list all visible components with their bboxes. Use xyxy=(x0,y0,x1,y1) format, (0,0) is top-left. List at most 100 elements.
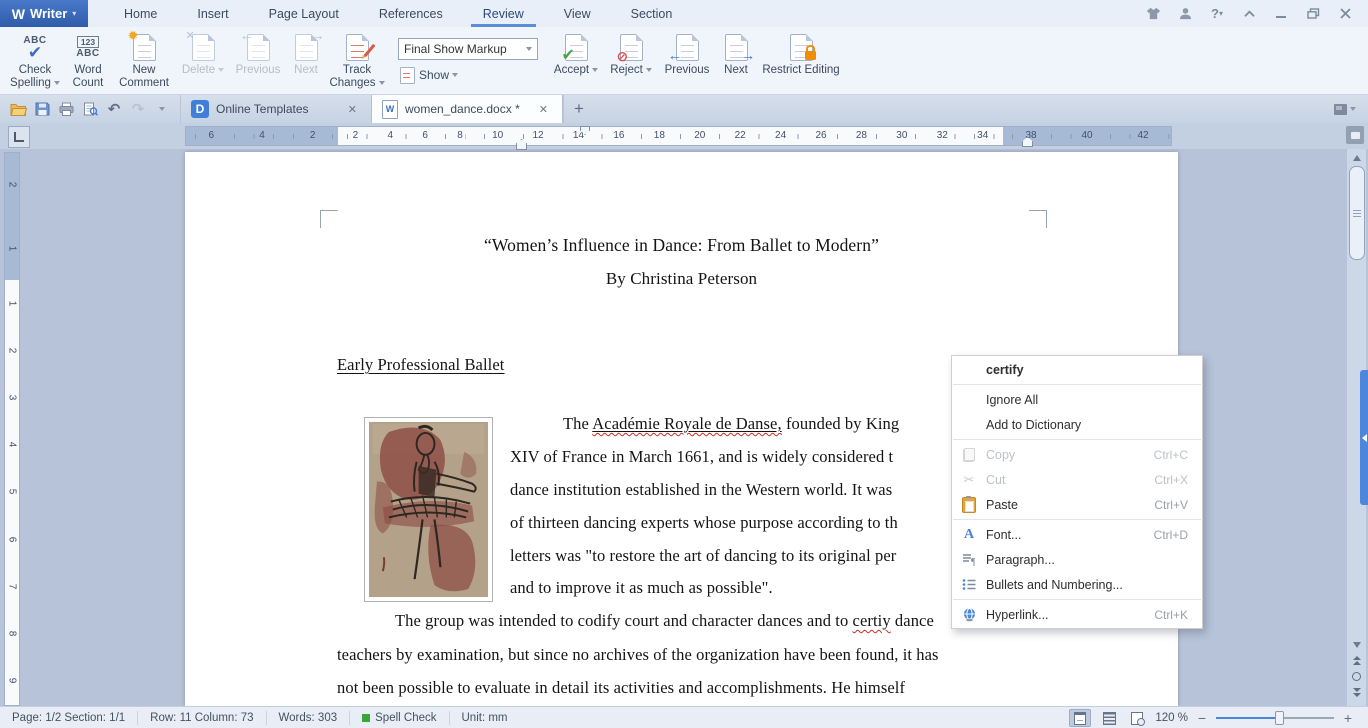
tab-stop-selector[interactable] xyxy=(8,126,30,148)
cursor-position-indicator[interactable]: Row: 11 Column: 73 xyxy=(138,711,267,725)
zoom-in-button[interactable]: + xyxy=(1342,710,1354,726)
menu-references[interactable]: References xyxy=(359,0,463,27)
page-indicator[interactable]: Page: 1/2 Section: 1/1 xyxy=(0,711,139,725)
paragraph1-line4[interactable]: of thirteen dancing experts whose purpos… xyxy=(510,513,898,533)
menu-review[interactable]: Review xyxy=(463,0,544,27)
sidebar-pull-tab[interactable] xyxy=(1360,370,1368,505)
skin-theme-icon[interactable] xyxy=(1140,4,1166,24)
scrollbar-thumb[interactable] xyxy=(1349,166,1365,260)
app-menu-button[interactable]: W Writer ▾ xyxy=(0,0,88,27)
zoom-slider[interactable] xyxy=(1216,711,1334,725)
accept-change-button[interactable]: ✔ Accept xyxy=(548,27,604,94)
restore-button[interactable] xyxy=(1300,4,1326,24)
vertical-ruler[interactable]: 21 123456789 xyxy=(4,152,20,706)
account-icon[interactable] xyxy=(1172,4,1198,24)
tab-women-dance-docx[interactable]: W women_dance.docx * ✕ xyxy=(371,95,563,123)
menu-item-ignore-all[interactable]: Ignore All xyxy=(952,387,1202,412)
chevron-down-icon xyxy=(521,46,537,51)
unit-indicator[interactable]: Unit: mm xyxy=(450,711,520,725)
cut-icon: ✂ xyxy=(963,471,975,487)
show-markup-button[interactable]: Show xyxy=(398,66,538,84)
display-for-review-select[interactable]: Final Show Markup xyxy=(398,37,538,60)
menu-insert[interactable]: Insert xyxy=(177,0,248,27)
select-browse-object-button[interactable] xyxy=(1347,670,1366,683)
ballerina-sketch-image[interactable] xyxy=(364,417,493,602)
close-tab-icon[interactable]: ✕ xyxy=(535,101,552,118)
menu-item-certify[interactable]: certify xyxy=(952,357,1202,382)
zoom-slider-handle[interactable] xyxy=(1274,711,1284,725)
previous-change-button[interactable]: ← Previous xyxy=(658,27,716,94)
outline-view-button[interactable] xyxy=(1099,710,1119,726)
word-count-indicator[interactable]: Words: 303 xyxy=(267,711,351,725)
next-change-button[interactable]: → Next xyxy=(716,27,756,94)
document-byline[interactable]: By Christina Peterson xyxy=(185,269,1178,289)
paragraph1-line2[interactable]: XIV of France in March 1661, and is wide… xyxy=(510,447,893,467)
scroll-down-button[interactable] xyxy=(1347,638,1366,651)
tab-online-templates[interactable]: D Online Templates ✕ xyxy=(180,95,371,123)
display-for-review-value: Final Show Markup xyxy=(404,41,507,56)
next-page-button[interactable] xyxy=(1347,686,1366,699)
review-ribbon: ABC ✔ Check Spelling 123 ABC Word Count ✹ … xyxy=(0,27,1368,95)
paragraph2-line2[interactable]: teachers by examination, but since no ar… xyxy=(337,645,939,665)
paste-icon xyxy=(962,495,976,513)
menu-item-add-to-dictionary[interactable]: Add to Dictionary xyxy=(952,412,1202,437)
new-comment-button[interactable]: ✹ New Comment xyxy=(112,27,176,94)
minimize-button[interactable] xyxy=(1268,4,1294,24)
previous-page-button[interactable] xyxy=(1347,654,1366,667)
save-icon[interactable] xyxy=(32,99,52,119)
page-view-button[interactable] xyxy=(1069,709,1092,727)
fullscreen-view-button[interactable] xyxy=(1127,710,1147,726)
reject-change-button[interactable]: ⊘ Reject xyxy=(604,27,658,94)
word-count-button[interactable]: 123 ABC Word Count xyxy=(64,27,112,94)
wps-writer-window: W Writer ▾ Home Insert Page Layout Refer… xyxy=(0,0,1368,728)
ruler-number: 32 xyxy=(934,127,950,145)
paragraph1-line6[interactable]: and to improve it as much as possible". xyxy=(510,578,773,598)
paragraph1-line5[interactable]: letters was "to restore the art of danci… xyxy=(510,546,896,566)
hyperlink-icon xyxy=(963,607,975,622)
help-button[interactable]: ? ▾ xyxy=(1204,4,1230,24)
track-changes-button[interactable]: Track Changes xyxy=(326,27,388,94)
print-preview-icon[interactable] xyxy=(80,99,100,119)
horizontal-ruler[interactable]: 642 2 4 6 8 10 12 14 16 18 20 22 24 26 28 30 32 34 38 40 4… xyxy=(185,126,1172,150)
close-tab-icon[interactable]: ✕ xyxy=(344,101,361,118)
next-comment-button: → Next xyxy=(294,26,325,77)
check-spelling-button[interactable]: ABC ✔ Check Spelling xyxy=(6,27,64,94)
menu-item-paragraph[interactable]: ¶ Paragraph... xyxy=(952,547,1202,572)
ruler-number: 2 xyxy=(6,181,18,188)
open-file-icon[interactable] xyxy=(8,99,28,119)
menu-item-bullets-numbering[interactable]: Bullets and Numbering... xyxy=(952,572,1202,597)
menu-item-font[interactable]: A Font... Ctrl+D xyxy=(952,522,1202,547)
zoom-out-button[interactable]: − xyxy=(1196,710,1208,726)
ruler-number: 1 xyxy=(6,245,18,252)
underlined-term: Académie Royale de Danse, xyxy=(592,414,781,433)
menu-view[interactable]: View xyxy=(544,0,611,27)
menu-page-layout[interactable]: Page Layout xyxy=(249,0,359,27)
font-icon: A xyxy=(963,526,975,542)
arrange-tabs-button[interactable] xyxy=(1334,95,1368,123)
paragraph2-line1[interactable]: The group was intended to codify court a… xyxy=(395,611,934,631)
print-icon[interactable] xyxy=(56,99,76,119)
scroll-up-button[interactable] xyxy=(1347,151,1366,164)
menu-item-paste[interactable]: Paste Ctrl+V xyxy=(952,492,1202,517)
document-title[interactable]: “Women’s Influence in Dance: From Ballet… xyxy=(185,235,1178,256)
restrict-editing-button[interactable]: Restrict Editing xyxy=(756,27,846,94)
close-button[interactable] xyxy=(1332,4,1358,24)
menu-item-hyperlink[interactable]: Hyperlink... Ctrl+K xyxy=(952,602,1202,627)
document-heading[interactable]: Early Professional Ballet xyxy=(337,355,504,375)
paragraph1-line3[interactable]: dance institution established in the Wes… xyxy=(510,480,892,500)
previous-comment-button: ← Previous xyxy=(235,26,281,77)
spellcheck-indicator[interactable]: Spell Check xyxy=(350,711,450,725)
misspelled-word[interactable]: certiy xyxy=(853,611,891,630)
dropdown-caret xyxy=(53,80,60,85)
paragraph2-line3[interactable]: not been possible to evaluate in detail … xyxy=(337,678,905,698)
menu-home[interactable]: Home xyxy=(104,0,177,27)
menu-section[interactable]: Section xyxy=(611,0,693,27)
new-tab-button[interactable]: + xyxy=(563,95,594,123)
ruler-toggle-icon[interactable] xyxy=(1346,126,1364,144)
paragraph1-line1[interactable]: The Académie Royale de Danse, founded by… xyxy=(563,414,899,434)
collapse-ribbon-icon[interactable] xyxy=(1236,4,1262,24)
arrange-tabs-icon xyxy=(1334,103,1347,115)
undo-icon[interactable]: ↶ xyxy=(104,99,124,119)
ruler-number: 1 xyxy=(6,300,18,307)
undo-dropdown-caret[interactable] xyxy=(152,99,172,119)
